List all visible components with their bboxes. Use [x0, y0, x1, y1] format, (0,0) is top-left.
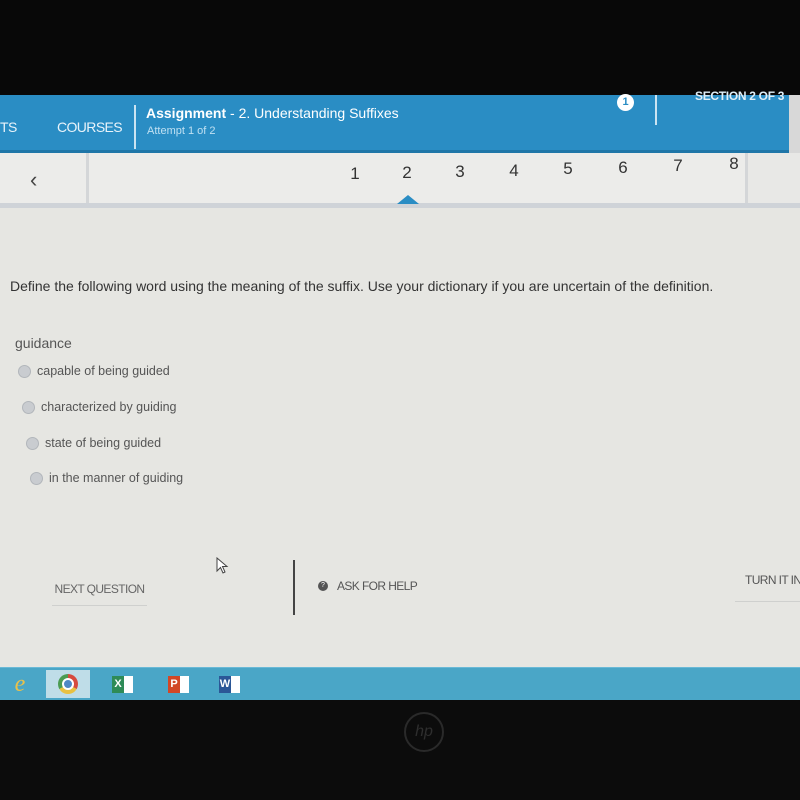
page-1[interactable]: 1 [340, 164, 370, 184]
word-icon[interactable]: W [215, 670, 243, 698]
header-edge [789, 95, 800, 153]
header-divider [134, 105, 136, 149]
assignment-label: Assignment [146, 105, 227, 121]
nav-item-partial[interactable]: TS [0, 119, 17, 135]
page-2[interactable]: 2 [392, 163, 422, 183]
page-6[interactable]: 6 [608, 158, 638, 178]
back-button[interactable]: ‹ [0, 153, 89, 203]
answer-option-label: state of being guided [45, 436, 162, 450]
question-pager: ‹ 1 2 3 4 5 6 7 8 [0, 153, 800, 208]
page-7[interactable]: 7 [663, 156, 693, 176]
pager-right-panel [745, 153, 800, 203]
turn-it-in-button[interactable]: TURN IT IN [735, 569, 800, 602]
radio-button[interactable] [30, 471, 43, 485]
answer-option-label: capable of being guided [37, 364, 170, 378]
answer-option[interactable]: state of being guided [26, 436, 161, 450]
powerpoint-icon[interactable]: P [164, 670, 192, 698]
radio-button[interactable] [22, 400, 35, 414]
laptop-bezel [0, 700, 800, 800]
info-icon[interactable]: 1 [617, 94, 634, 111]
page-4[interactable]: 4 [499, 161, 529, 181]
excel-doc [123, 675, 133, 693]
active-page-indicator [397, 195, 419, 204]
screen: TS COURSES Assignment - 2. Understanding… [0, 89, 800, 667]
internet-explorer-icon[interactable]: e [5, 670, 35, 698]
footer-divider [293, 560, 295, 615]
radio-button[interactable] [18, 364, 31, 378]
page-3[interactable]: 3 [445, 162, 475, 182]
word-doc [230, 675, 240, 693]
answer-option[interactable]: characterized by guiding [22, 400, 177, 414]
next-question-button[interactable]: NEXT QUESTION [52, 573, 147, 606]
radio-button[interactable] [26, 436, 39, 450]
photo-black-top [0, 0, 800, 95]
hp-logo: hp [404, 712, 444, 752]
app-header: TS COURSES Assignment - 2. Understanding… [0, 89, 800, 153]
help-icon: ? [318, 581, 328, 591]
page-5[interactable]: 5 [553, 159, 583, 179]
header-divider-right [655, 95, 657, 125]
ask-for-help-button[interactable]: ? ASK FOR HELP [318, 579, 418, 593]
question-prompt: Define the following word using the mean… [10, 278, 714, 294]
ppt-doc [179, 675, 189, 693]
answer-option-label: characterized by guiding [41, 400, 177, 414]
attempt-counter: Attempt 1 of 2 [147, 125, 216, 137]
answer-option[interactable]: in the manner of guiding [30, 471, 183, 485]
excel-icon[interactable]: X [108, 670, 136, 698]
assignment-name: - 2. Understanding Suffixes [226, 105, 399, 121]
question-word: guidance [15, 335, 72, 351]
chrome-logo [58, 674, 78, 694]
assignment-title: Assignment - 2. Understanding Suffixes [146, 105, 399, 121]
nav-item-courses[interactable]: COURSES [57, 119, 123, 135]
windows-taskbar: e X P W [0, 667, 800, 701]
section-indicator: SECTION 2 OF 3 [695, 89, 785, 103]
ask-for-help-label: ASK FOR HELP [337, 579, 418, 593]
answer-option[interactable]: capable of being guided [18, 364, 170, 378]
chevron-left-icon: ‹ [30, 167, 38, 192]
chrome-icon[interactable] [46, 670, 90, 698]
question-footer: NEXT QUESTION ? ASK FOR HELP TURN IT IN [0, 560, 800, 660]
answer-option-label: in the manner of guiding [49, 471, 184, 485]
